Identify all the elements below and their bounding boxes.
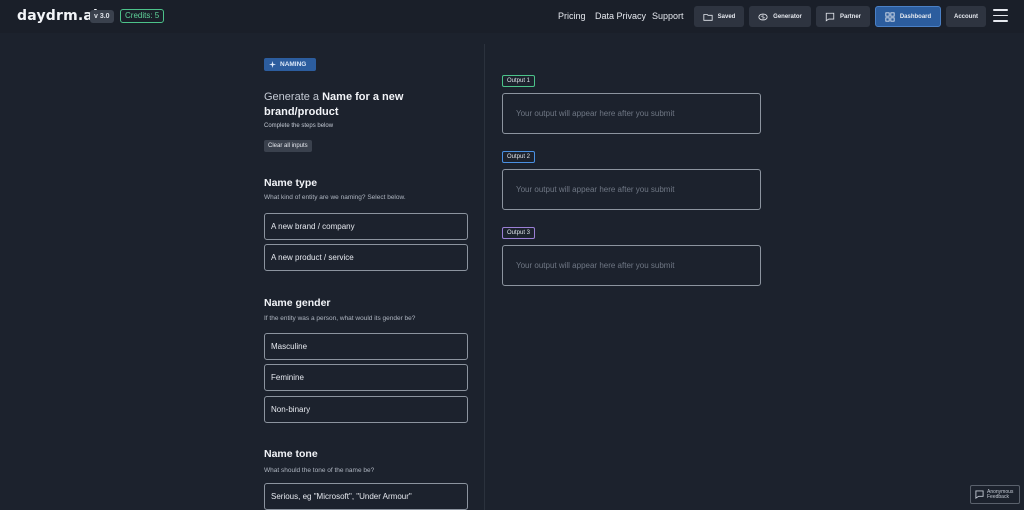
top-navigation-bar: daydrm.ai v 3.0 Credits: 5 Pricing Data … [0,0,1024,33]
page-subtitle: Complete the steps below [264,123,334,129]
clear-inputs-button[interactable]: Clear all inputs [264,140,312,152]
column-divider [484,44,485,510]
output-3-box[interactable]: Your output will appear here after you s… [502,245,761,286]
account-button[interactable]: Account [946,6,986,27]
logo[interactable]: daydrm.ai [17,8,98,24]
section-desc-name-tone: What should the tone of the name be? [264,467,375,474]
nav-link-data-privacy[interactable]: Data Privacy [595,11,646,21]
chat-icon [825,12,835,22]
partner-button-label: Partner [839,13,861,20]
section-desc-name-type: What kind of entity are we naming? Selec… [264,194,406,201]
feedback-label-line2: Feedback [987,493,1009,500]
anonymous-feedback-button[interactable]: Anonymous Feedback [970,485,1020,504]
output-3-label: Output 3 [502,227,536,239]
nav-link-pricing[interactable]: Pricing [558,11,586,21]
option-non-binary[interactable]: Non-binary [264,396,468,423]
credits-badge[interactable]: Credits: 5 [120,9,165,23]
output-1-label: Output 1 [502,75,536,87]
feedback-icon [975,490,984,499]
naming-badge: NAMING [264,58,316,71]
dashboard-button-label: Dashboard [899,13,932,20]
saved-button[interactable]: Saved [694,6,744,27]
account-button-label: Account [954,13,978,20]
menu-icon[interactable] [993,9,1008,23]
naming-badge-label: NAMING [280,61,307,68]
nav-link-support[interactable]: Support [652,11,684,21]
generator-button-label: Generator [773,13,802,20]
output-1-box[interactable]: Your output will appear here after you s… [502,93,761,134]
option-feminine[interactable]: Feminine [264,364,468,391]
section-title-name-gender: Name gender [264,297,331,309]
option-product-service[interactable]: A new product / service [264,244,468,271]
grid-icon [885,11,895,22]
version-badge: v 3.0 [90,10,114,23]
section-title-name-tone: Name tone [264,448,318,460]
section-title-name-type: Name type [264,177,318,189]
folder-icon [703,13,713,21]
option-serious[interactable]: Serious, eg "Microsoft", "Under Armour" [264,483,468,510]
output-2-label: Output 2 [502,151,536,163]
option-brand-company[interactable]: A new brand / company [264,213,468,240]
feedback-label: Anonymous Feedback [987,489,1013,500]
sparkle-icon [269,61,276,68]
partner-button[interactable]: Partner [816,6,870,27]
option-masculine[interactable]: Masculine [264,333,468,360]
output-2-box[interactable]: Your output will appear here after you s… [502,169,761,210]
page-title: Generate a Name for a new brand/product [264,90,444,120]
brain-icon [758,13,768,20]
generator-button[interactable]: Generator [749,6,811,27]
section-desc-name-gender: If the entity was a person, what would i… [264,315,416,322]
saved-button-label: Saved [717,13,736,20]
dashboard-button[interactable]: Dashboard [875,6,941,27]
page-title-prefix: Generate a [264,91,320,103]
